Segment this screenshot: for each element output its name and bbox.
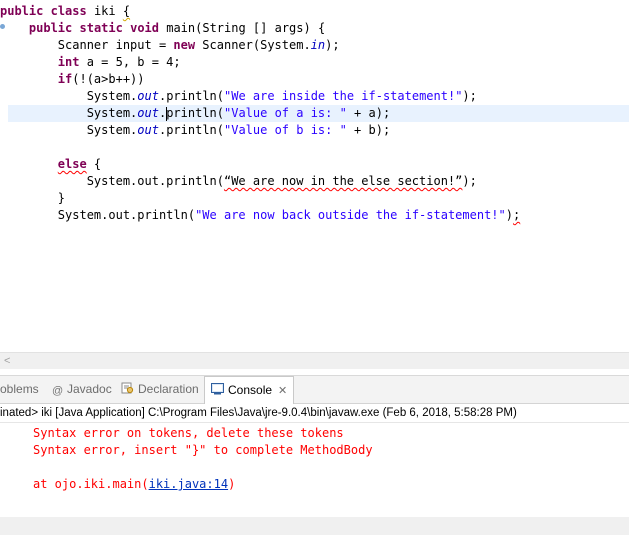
tab-javadoc[interactable]: @ Javadoc [52,376,112,403]
code-line-3[interactable]: Scanner input = new Scanner(System.in); [0,37,629,54]
code-line-4[interactable]: int a = 5, b = 4; [0,54,629,71]
code-line-1[interactable]: public class iki { [0,3,629,20]
console-error-line-1: Syntax error on tokens, delete these tok… [33,426,344,440]
code-line-5[interactable]: if(!(a>b++)) [0,71,629,88]
tab-problems-label: oblems [0,382,39,396]
declaration-icon [121,377,134,394]
stack-prefix: at ojo.iki.main( [33,477,149,491]
code-line-10[interactable]: else { [0,156,629,173]
horizontal-scrollbar[interactable]: < [0,352,629,369]
tab-declaration[interactable]: Declaration [121,376,199,403]
code-line-13[interactable]: System.out.println("We are now back outs… [0,207,629,224]
console-error-line-2: Syntax error, insert "}" to complete Met… [33,443,373,457]
code-line-8[interactable]: System.out.println("Value of b is: " + b… [0,122,629,139]
close-icon[interactable]: ✕ [278,385,287,397]
tab-console-label: Console [228,383,273,397]
text-caret [166,106,168,121]
scroll-left-icon[interactable]: < [4,353,10,369]
stack-suffix: ) [228,477,236,491]
editor-divider[interactable] [0,369,629,376]
views-tab-bar: oblems @ Javadoc Declaration Console ✕ [0,376,629,404]
code-line-11[interactable]: System.out.println(“We are now in the el… [0,173,629,190]
code-line-6[interactable]: System.out.println("We are inside the if… [0,88,629,105]
stack-source-link[interactable]: iki.java:14 [149,477,228,491]
tab-javadoc-label: Javadoc [67,382,112,396]
tab-console[interactable]: Console ✕ [204,376,295,404]
tab-problems[interactable]: oblems [0,376,39,403]
status-bar [0,517,629,535]
at-sign-icon: @ [52,385,64,397]
code-line-7-current[interactable]: System.out.println("Value of a is: " + a… [8,105,629,122]
console-icon [211,378,224,395]
tab-declaration-label: Declaration [138,382,199,396]
code-editor[interactable]: public class iki { public static void ma… [0,0,629,352]
console-output[interactable]: Syntax error on tokens, delete these tok… [0,423,629,517]
code-line-2[interactable]: public static void main(String [] args) … [0,20,629,37]
code-line-12[interactable]: } [0,190,629,207]
console-stack-line: at ojo.iki.main(iki.java:14) [33,476,235,493]
console-launch-header: inated> iki [Java Application] C:\Progra… [0,404,629,423]
